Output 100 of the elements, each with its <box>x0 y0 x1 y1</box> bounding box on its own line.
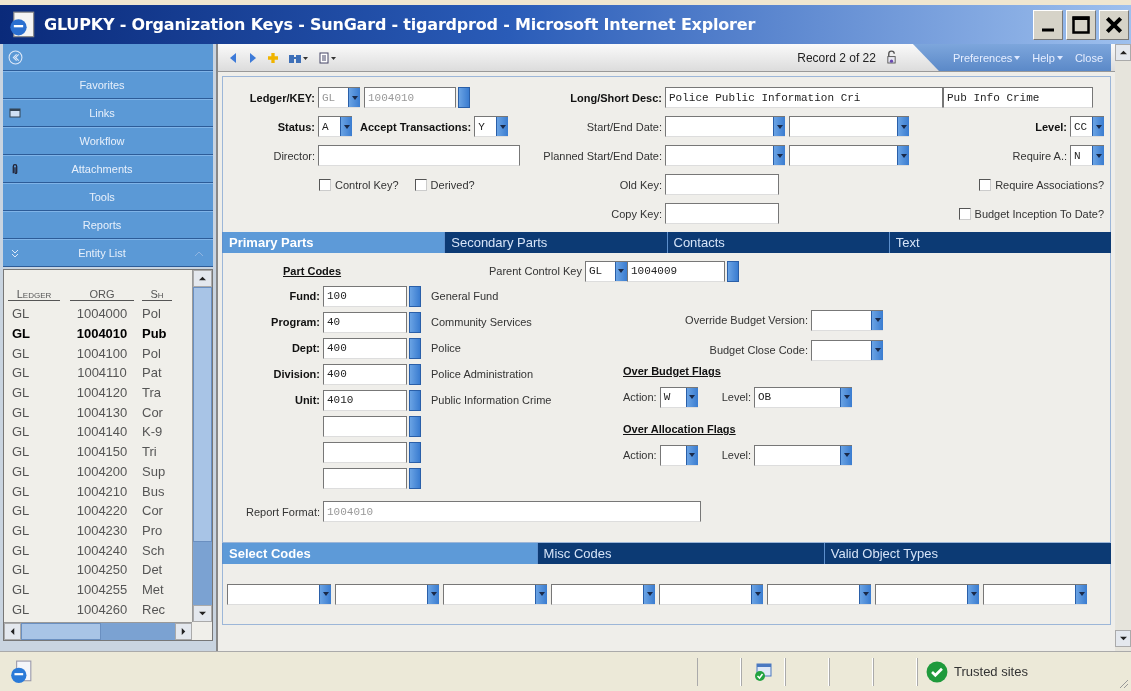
text-field[interactable] <box>323 467 407 489</box>
dropdown[interactable]: OB <box>754 386 852 408</box>
lookup-button[interactable] <box>409 363 421 385</box>
dropdown[interactable] <box>227 583 331 605</box>
checkbox[interactable]: Control Key? <box>319 178 399 191</box>
list-cell[interactable]: K-9 <box>142 424 172 440</box>
dropdown[interactable] <box>811 339 883 361</box>
dropdown[interactable] <box>875 583 979 605</box>
scroll-thumb[interactable] <box>193 287 212 542</box>
dropdown[interactable] <box>789 116 909 137</box>
dropdown[interactable] <box>754 444 852 466</box>
scroll-button[interactable] <box>1115 44 1131 61</box>
text-field[interactable] <box>665 174 779 195</box>
text-field[interactable] <box>318 145 520 166</box>
lookup-button[interactable] <box>409 337 421 359</box>
list-cell[interactable]: Rec <box>142 601 172 617</box>
list-cell[interactable]: Cor <box>142 404 172 420</box>
list-cell[interactable]: 1004000 <box>70 306 134 322</box>
list-cell[interactable]: 1004200 <box>70 463 134 479</box>
list-cell[interactable]: 1004110 <box>70 365 134 381</box>
dropdown[interactable] <box>665 145 785 166</box>
maximize-button[interactable] <box>1066 9 1096 40</box>
list-cell[interactable]: 1004130 <box>70 404 134 420</box>
dropdown[interactable] <box>789 145 909 166</box>
scroll-button[interactable] <box>193 605 212 622</box>
list-cell[interactable]: GL <box>8 306 60 322</box>
lookup-button[interactable] <box>726 260 739 282</box>
scrollbar[interactable] <box>192 270 212 622</box>
list-cell[interactable]: Sup <box>142 463 172 479</box>
text-field[interactable]: Pub Info Crime <box>943 87 1093 108</box>
column-header[interactable]: Ledger <box>8 287 60 301</box>
dropdown[interactable] <box>659 444 698 466</box>
text-field[interactable]: 1004009 <box>626 260 725 282</box>
back-icon[interactable] <box>228 51 238 64</box>
lock-icon[interactable] <box>885 50 897 65</box>
collapse-icon[interactable] <box>8 49 23 65</box>
checkbox[interactable]: Derived? <box>414 178 475 191</box>
lookup-button[interactable] <box>409 441 421 463</box>
dropdown[interactable] <box>335 583 439 605</box>
list-cell[interactable]: 1004100 <box>70 345 134 361</box>
dropdown[interactable]: W <box>659 386 698 408</box>
list-cell[interactable]: 1004230 <box>70 522 134 538</box>
list-cell[interactable]: Pol <box>142 345 172 361</box>
list-cell[interactable]: 1004150 <box>70 444 134 460</box>
text-field[interactable]: Police Public Information Cri <box>665 87 943 108</box>
checkbox[interactable]: Require Associations? <box>979 178 1104 191</box>
list-cell[interactable]: GL <box>8 326 60 342</box>
column-header[interactable]: ORG <box>70 287 134 301</box>
lookup-button[interactable] <box>409 389 421 411</box>
list-cell[interactable]: 1004220 <box>70 503 134 519</box>
scrollbar[interactable] <box>4 622 192 640</box>
scroll-button[interactable] <box>193 270 212 287</box>
dropdown[interactable] <box>665 116 785 137</box>
text-field[interactable] <box>323 441 407 463</box>
dropdown[interactable]: Y <box>474 116 509 137</box>
list-cell[interactable]: GL <box>8 542 60 558</box>
list-cell[interactable]: 1004140 <box>70 424 134 440</box>
dropdown[interactable] <box>767 583 871 605</box>
lookup-button[interactable] <box>409 285 421 307</box>
column-header[interactable]: Sh <box>142 287 172 301</box>
list-cell[interactable]: GL <box>8 503 60 519</box>
list-cell[interactable]: GL <box>8 365 60 381</box>
list-cell[interactable]: Met <box>142 581 172 597</box>
tab[interactable]: Valid Object Types <box>823 543 1111 564</box>
tab[interactable]: Secondary Parts <box>444 232 667 253</box>
lookup-button[interactable] <box>409 415 421 437</box>
dropdown[interactable]: CC <box>1070 116 1104 137</box>
list-cell[interactable]: Sch <box>142 542 172 558</box>
text-field[interactable]: 400 <box>323 363 407 385</box>
list-cell[interactable]: Pat <box>142 365 172 381</box>
text-field[interactable] <box>665 203 779 224</box>
checkbox[interactable]: Budget Inception To Date? <box>958 207 1104 220</box>
list-cell[interactable]: GL <box>8 562 60 578</box>
minimize-button[interactable] <box>1033 9 1063 40</box>
resize-grip[interactable] <box>1117 677 1129 689</box>
list-cell[interactable]: Pol <box>142 306 172 322</box>
dropdown[interactable] <box>443 583 547 605</box>
scroll-button[interactable] <box>4 623 21 640</box>
list-cell[interactable]: GL <box>8 483 60 499</box>
lookup-button[interactable] <box>409 311 421 333</box>
scrollbar[interactable] <box>1115 44 1131 651</box>
forward-icon[interactable] <box>248 51 258 64</box>
list-cell[interactable]: Det <box>142 562 172 578</box>
dropdown[interactable] <box>551 583 655 605</box>
lookup-button[interactable] <box>409 467 421 489</box>
dropdown[interactable] <box>659 583 763 605</box>
list-cell[interactable]: GL <box>8 463 60 479</box>
tab[interactable]: Contacts <box>666 232 889 253</box>
list-cell[interactable]: GL <box>8 404 60 420</box>
text-field[interactable]: 40 <box>323 311 407 333</box>
list-cell[interactable]: Tra <box>142 385 172 401</box>
lookup-button[interactable] <box>458 87 470 108</box>
text-field[interactable] <box>323 415 407 437</box>
document-icon[interactable] <box>318 51 338 64</box>
list-cell[interactable]: GL <box>8 385 60 401</box>
scroll-button[interactable] <box>1115 630 1131 647</box>
scroll-thumb[interactable] <box>21 623 101 640</box>
list-cell[interactable]: GL <box>8 424 60 440</box>
list-cell[interactable]: 1004210 <box>70 483 134 499</box>
list-cell[interactable]: GL <box>8 601 60 617</box>
